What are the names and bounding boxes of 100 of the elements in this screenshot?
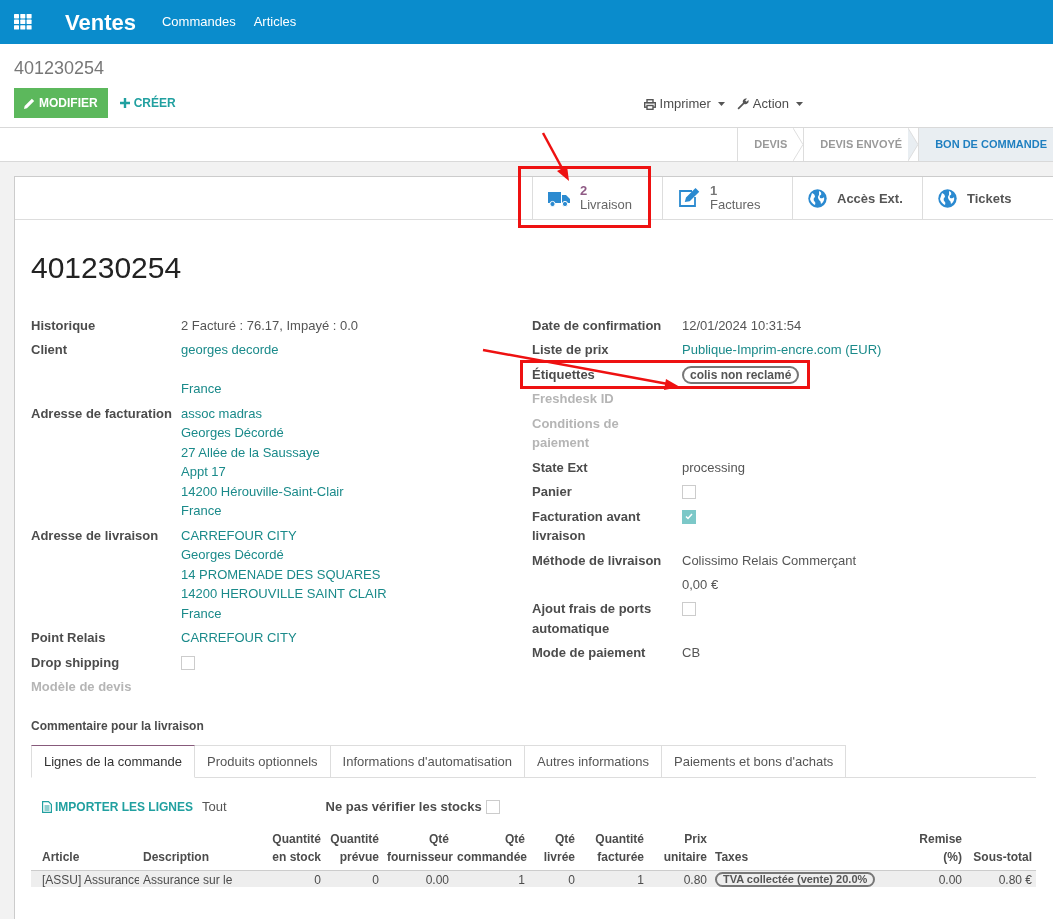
print-dropdown[interactable]: Imprimer xyxy=(643,94,725,114)
checkbox[interactable] xyxy=(485,800,500,814)
field-label: Client xyxy=(31,341,69,359)
field-link[interactable]: France xyxy=(181,603,387,623)
field-label: Panier xyxy=(532,483,573,501)
field-label: Point Relais xyxy=(31,629,107,647)
field-value: 0,00 € xyxy=(682,575,720,594)
column-header[interactable]: Quantité facturée xyxy=(583,830,644,866)
field-link[interactable]: 14200 HEROUVILLE SAINT CLAIR xyxy=(181,584,387,604)
field-value: processing xyxy=(682,458,745,477)
field-link[interactable]: 14 PROMENADE DES SQUARES xyxy=(181,564,387,584)
smart-button[interactable]: 2 Livraison xyxy=(532,177,662,219)
checkbox[interactable] xyxy=(181,655,195,670)
edit-icon xyxy=(678,188,700,208)
checkmark-icon xyxy=(685,513,693,520)
tab[interactable]: Paiements et bons d'achats xyxy=(662,745,847,778)
menu-link[interactable]: Articles xyxy=(253,12,297,32)
field-label: Étiquettes xyxy=(532,365,596,384)
table-cell: 1 xyxy=(518,872,525,887)
field-label: Liste de prix xyxy=(532,341,610,359)
checkbox[interactable] xyxy=(682,485,696,499)
smart-button-label: Livraison xyxy=(580,197,633,212)
document-icon xyxy=(42,801,52,813)
field-label: Drop shipping xyxy=(31,653,121,672)
column-header[interactable]: Qté livrée xyxy=(533,830,575,866)
field-link[interactable]: assoc madras xyxy=(181,403,344,423)
column-header[interactable]: Qté commandée xyxy=(457,830,525,866)
field-value: 12/01/2024 10:31:54 xyxy=(682,316,802,335)
globe-icon xyxy=(938,188,957,208)
tab[interactable]: Autres informations xyxy=(525,745,662,778)
field-label: Méthode de livraison xyxy=(532,551,663,570)
field-label: Modèle de devis xyxy=(31,678,133,696)
all-link[interactable]: Tout xyxy=(202,797,227,817)
field-link[interactable]: Appt 17 xyxy=(181,462,344,482)
printer-icon xyxy=(643,98,656,110)
breadcrumb: 401230254 xyxy=(14,58,106,78)
field-link[interactable]: georges decorde xyxy=(181,340,279,360)
field-link[interactable]: 27 Allée de la Saussaye xyxy=(181,442,344,462)
table-cell: 1 xyxy=(637,872,644,887)
column-header[interactable]: Sous-total xyxy=(970,848,1032,866)
column-header[interactable]: Prix unitaire xyxy=(652,830,707,866)
field-value: CB xyxy=(682,644,701,662)
smart-button-label: Tickets xyxy=(967,190,1012,206)
field-link[interactable]: France xyxy=(181,501,344,521)
tag-badge: colis non reclamé xyxy=(682,365,800,384)
tab[interactable]: Informations d'automatisation xyxy=(330,745,525,778)
tab[interactable]: Produits optionnels xyxy=(195,745,331,778)
action-dropdown[interactable]: Action xyxy=(736,94,803,114)
pencil-icon xyxy=(24,97,35,109)
field-label: Date de confirmation xyxy=(532,316,663,335)
section-label: Commentaire pour la livraison xyxy=(31,718,205,735)
table-cell: 0.80 xyxy=(683,872,707,887)
checkbox[interactable] xyxy=(682,602,696,616)
import-lines-link[interactable]: IMPORTER LES LIGNES xyxy=(42,798,193,816)
field-label: Freshdesk ID xyxy=(532,390,615,408)
field-link[interactable]: CARREFOUR CITY xyxy=(181,525,387,545)
plus-icon xyxy=(119,98,130,108)
checkbox[interactable] xyxy=(682,509,696,524)
caret-icon xyxy=(717,102,725,106)
field-link[interactable]: Publique-Imprim-encre.com (EUR) xyxy=(682,340,882,360)
smart-button[interactable]: 1 Factures xyxy=(662,177,792,219)
column-header[interactable]: Description xyxy=(143,848,261,866)
field-link[interactable]: France xyxy=(181,379,279,399)
globe-icon xyxy=(808,188,827,208)
column-header[interactable]: Quantité en stock xyxy=(269,830,321,866)
truck-icon xyxy=(548,189,570,207)
smart-button[interactable]: Tickets xyxy=(922,177,1052,219)
table-cell: 0 xyxy=(372,872,379,887)
app-title: Ventes xyxy=(65,8,136,37)
field-label: Mode de paiement xyxy=(532,644,647,662)
table-cell: 0.80 € xyxy=(998,872,1032,887)
smart-button-count: 1 xyxy=(710,184,719,197)
field-link[interactable]: 14200 Hérouville-Saint-Clair xyxy=(181,481,344,501)
app-grid-icon[interactable] xyxy=(14,14,32,30)
field-label: Adresse de livraison xyxy=(31,526,160,545)
smart-button-label: Factures xyxy=(710,197,761,212)
field-label: Historique xyxy=(31,316,97,335)
field-label: Conditions de paiement xyxy=(532,414,620,452)
field-value: 2 Facturé : 76.17, Impayé : 0.0 xyxy=(181,316,359,335)
column-header[interactable]: Taxes xyxy=(715,848,892,866)
record-title: 401230254 xyxy=(31,250,183,286)
column-header[interactable]: Article xyxy=(42,848,135,866)
column-header[interactable]: Quantité prévue xyxy=(329,830,379,866)
tax-badge: TVA collectée (vente) 20.0% xyxy=(715,872,876,887)
create-button[interactable]: CRÉER xyxy=(119,94,176,112)
table-cell: Assurance sur le xyxy=(143,872,233,887)
smart-button[interactable]: Accès Ext. xyxy=(792,177,922,219)
field-label: State Ext xyxy=(532,458,589,477)
field-label: Adresse de facturation xyxy=(31,404,173,423)
smart-button-label: Accès Ext. xyxy=(837,190,903,206)
table-cell: 0 xyxy=(568,872,575,887)
column-header[interactable]: Remise (%) xyxy=(900,830,962,866)
field-link[interactable]: Georges Décordé xyxy=(181,545,387,565)
menu-link[interactable]: Commandes xyxy=(161,12,236,32)
field-value: Colissimo Relais Commerçant xyxy=(682,551,857,570)
field-label: Facturation avant livraison xyxy=(532,507,642,545)
field-link[interactable]: CARREFOUR CITY xyxy=(181,628,297,648)
tab[interactable]: Lignes de la commande xyxy=(31,745,196,778)
caret-icon xyxy=(796,102,803,106)
field-link[interactable]: Georges Décordé xyxy=(181,423,344,443)
